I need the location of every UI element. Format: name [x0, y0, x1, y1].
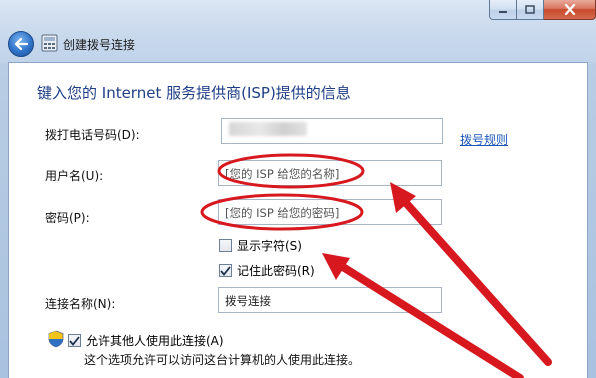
- show-chars-checkbox[interactable]: [219, 239, 232, 252]
- back-button[interactable]: [8, 31, 34, 57]
- phone-label: 拨打电话号码(D):: [45, 128, 140, 142]
- allow-others-checkbox[interactable]: [68, 334, 81, 347]
- checkmark-icon: [220, 265, 231, 276]
- dial-rules-link[interactable]: 拨号规则: [460, 131, 508, 148]
- dialer-icon: [41, 34, 58, 52]
- maximize-icon: [525, 5, 535, 14]
- checkmark-icon: [69, 335, 80, 346]
- back-arrow-icon: [14, 38, 28, 50]
- remember-password-label: 记住此密码(R): [237, 264, 315, 278]
- password-input[interactable]: [您的 ISP 给您的密码]: [218, 199, 442, 225]
- phone-value-redacted: [229, 122, 307, 136]
- close-icon: [564, 4, 575, 15]
- remember-password-checkbox[interactable]: [219, 264, 232, 277]
- minimize-icon: [499, 10, 507, 13]
- show-chars-option[interactable]: 显示字符(S): [219, 237, 302, 254]
- window-title: 创建拨号连接: [63, 38, 136, 52]
- connection-name-input[interactable]: 拨号连接: [218, 287, 442, 313]
- caption-buttons: [489, 0, 596, 20]
- uac-shield-icon: [48, 330, 64, 348]
- close-button[interactable]: [544, 0, 596, 20]
- username-input[interactable]: [您的 ISP 给您的名称]: [218, 160, 442, 186]
- password-label: 密码(P):: [45, 211, 90, 225]
- show-chars-label: 显示字符(S): [237, 239, 302, 253]
- minimize-button[interactable]: [489, 0, 517, 20]
- allow-others-note: 这个选项允许可以访问这台计算机的人使用此连接。: [84, 353, 361, 367]
- remember-password-option[interactable]: 记住此密码(R): [219, 262, 315, 279]
- connection-name-label: 连接名称(N):: [45, 297, 116, 311]
- maximize-button[interactable]: [517, 0, 544, 20]
- page-heading: 键入您的 Internet 服务提供商(ISP)提供的信息: [37, 84, 351, 102]
- allow-others-option[interactable]: 允许其他人使用此连接(A): [68, 332, 224, 349]
- allow-others-label: 允许其他人使用此连接(A): [86, 334, 224, 348]
- username-label: 用户名(U):: [45, 169, 104, 183]
